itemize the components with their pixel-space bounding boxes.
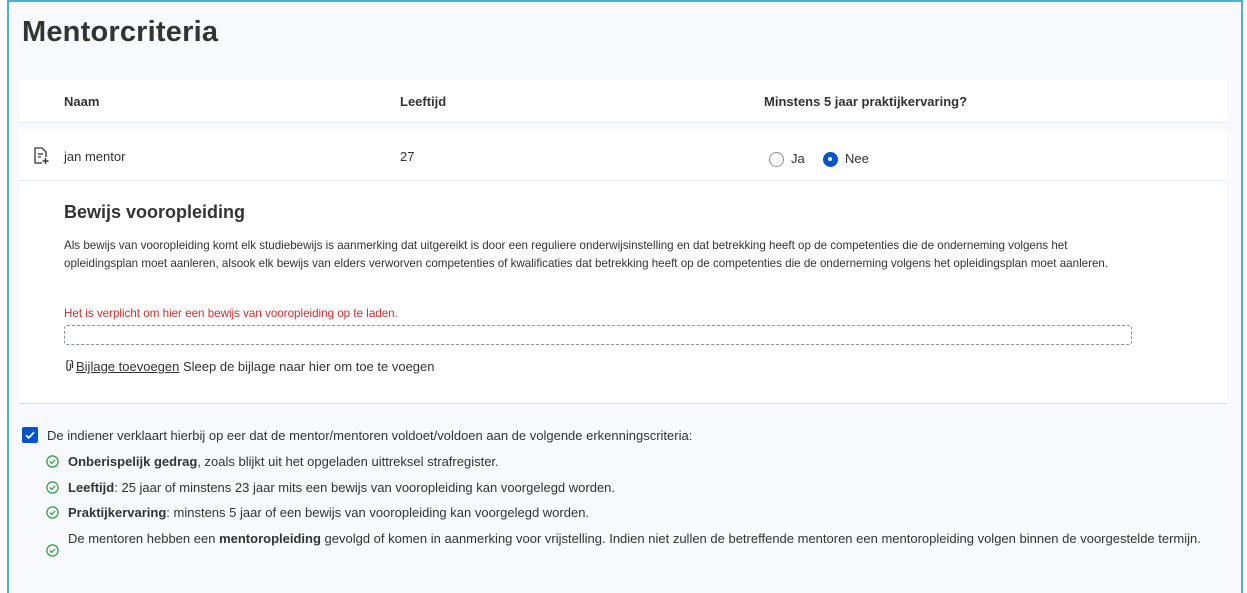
table-header: Naam Leeftijd Minstens 5 jaar praktijker…	[19, 80, 1227, 123]
mentorcriteria-panel: Mentorcriteria Naam Leeftijd Minstens 5 …	[7, 0, 1243, 593]
check-circle-icon	[46, 455, 59, 468]
table-row: jan mentor 27 Ja Nee	[19, 129, 1227, 181]
attach-row: Bijlage toevoegen Sleep de bijlage naar …	[64, 359, 435, 374]
check-circle-icon	[46, 481, 59, 494]
proof-section: Bewijs vooropleiding Als bewijs van voor…	[19, 181, 1227, 404]
proof-heading: Bewijs vooropleiding	[64, 202, 246, 222]
radio-yes-label[interactable]: Ja	[791, 151, 805, 166]
radio-no[interactable]	[823, 152, 838, 167]
criterion-text-pre: De mentoren hebben een	[68, 531, 220, 546]
criterion-text: : 25 jaar of minstens 23 jaar mits een b…	[114, 480, 616, 495]
criterion-title: Leeftijd	[68, 480, 115, 495]
upload-document-icon[interactable]	[33, 147, 49, 165]
declaration-text[interactable]: De indiener verklaart hierbij op eer dat…	[47, 428, 692, 443]
radio-no-label[interactable]: Nee	[845, 151, 869, 166]
radio-yes[interactable]	[769, 152, 784, 167]
proof-description: Als bewijs van vooropleiding komt elk st…	[64, 239, 1109, 270]
mentor-age: 27	[400, 149, 415, 164]
criterion-text: , zoals blijkt uit het opgeladen uittrek…	[197, 454, 499, 469]
attachment-hint: Sleep de bijlage naar hier om toe te voe…	[182, 359, 435, 374]
criterion-title: mentoropleiding	[219, 531, 321, 546]
criterion-title: Praktijkervaring	[68, 505, 167, 520]
file-dropzone[interactable]	[64, 325, 1132, 345]
proof-error-message: Het is verplicht om hier een bewijs van …	[64, 307, 398, 320]
declaration-checkbox[interactable]	[22, 427, 38, 443]
criterion-text: gevolgd of komen in aanmerking voor vrij…	[320, 531, 1201, 546]
criterion-title: Onberispelijk gedrag	[68, 454, 198, 469]
paperclip-icon	[64, 359, 74, 372]
criterion-text: : minstens 5 jaar of een bewijs van voor…	[166, 505, 590, 520]
column-header-age: Leeftijd	[400, 94, 447, 109]
check-circle-icon	[46, 544, 59, 557]
mentor-name: jan mentor	[64, 149, 126, 164]
page-title: Mentorcriteria	[22, 16, 219, 48]
column-header-name: Naam	[64, 94, 100, 109]
check-circle-icon	[46, 506, 59, 519]
add-attachment-link[interactable]: Bijlage toevoegen	[76, 359, 179, 374]
column-header-experience: Minstens 5 jaar praktijkervaring?	[764, 94, 968, 109]
